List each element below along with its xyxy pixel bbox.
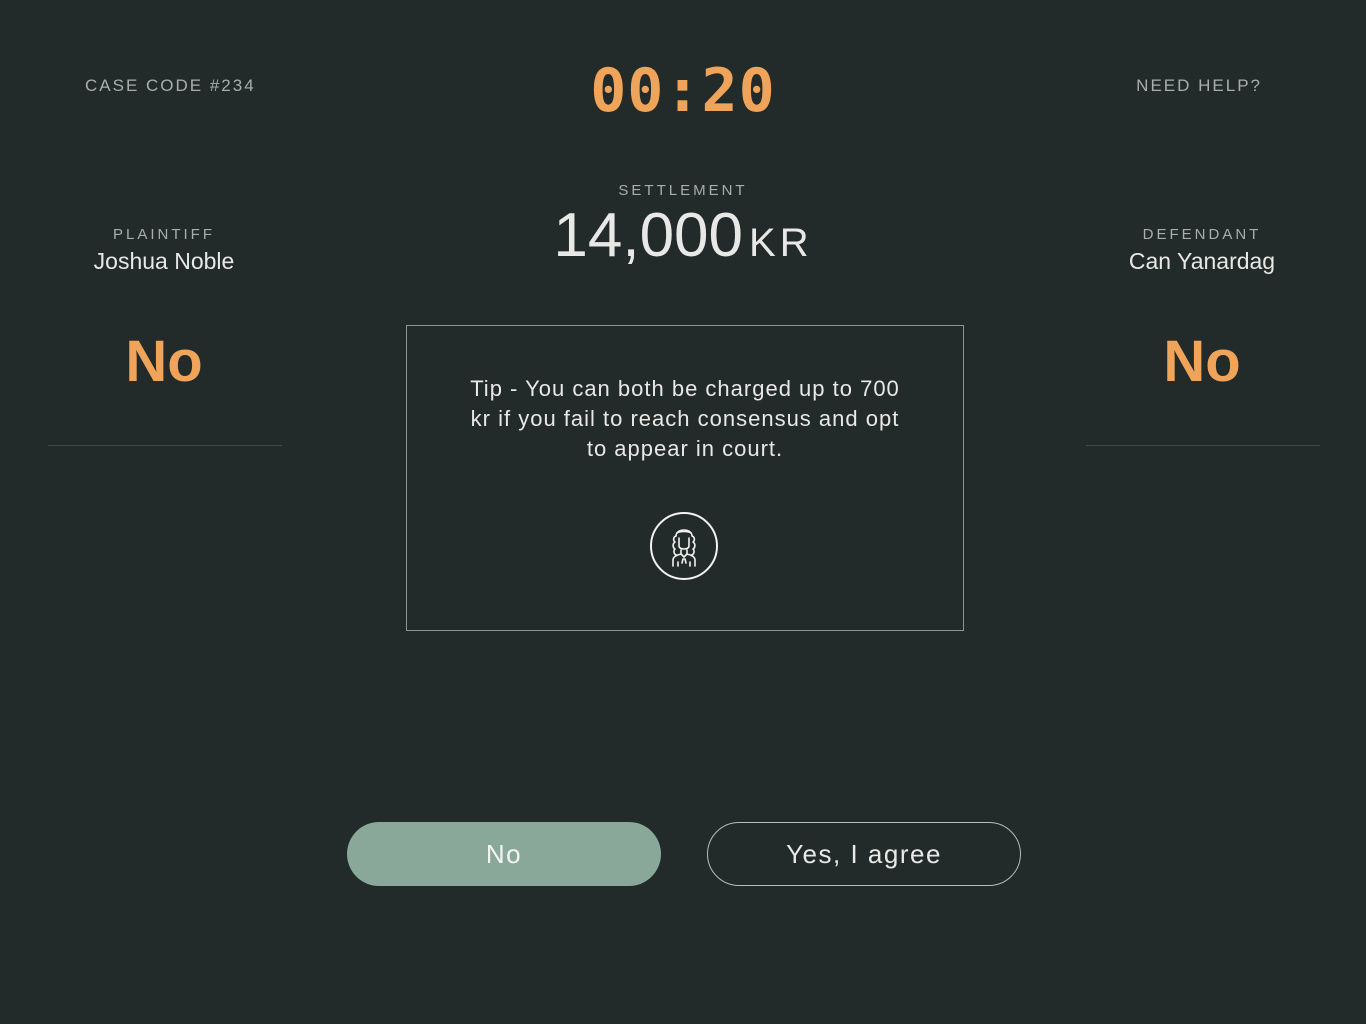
tip-card: Tip - You can both be charged up to 700 … (406, 325, 964, 631)
settlement-value: 14,000 (553, 201, 744, 270)
no-button[interactable]: No (347, 822, 661, 886)
judge-icon (650, 512, 718, 580)
defendant-name: Can Yanardag (1128, 248, 1276, 274)
tip-text: Tip - You can both be charged up to 700 … (470, 376, 900, 461)
defendant-panel: DEFENDANT Can Yanardag No (1084, 0, 1320, 460)
defendant-vote: No (1163, 329, 1241, 394)
defendant-role-label: DEFENDANT (1142, 226, 1262, 243)
agree-button[interactable]: Yes, I agree (707, 822, 1021, 886)
plaintiff-vote: No (125, 329, 203, 394)
defendant-divider (1086, 445, 1320, 446)
plaintiff-panel: PLAINTIFF Joshua Noble No (46, 0, 282, 460)
plaintiff-role-label: PLAINTIFF (112, 226, 215, 243)
settlement-currency: KR (749, 221, 813, 265)
plaintiff-name: Joshua Noble (93, 248, 235, 274)
plaintiff-divider (48, 445, 282, 446)
